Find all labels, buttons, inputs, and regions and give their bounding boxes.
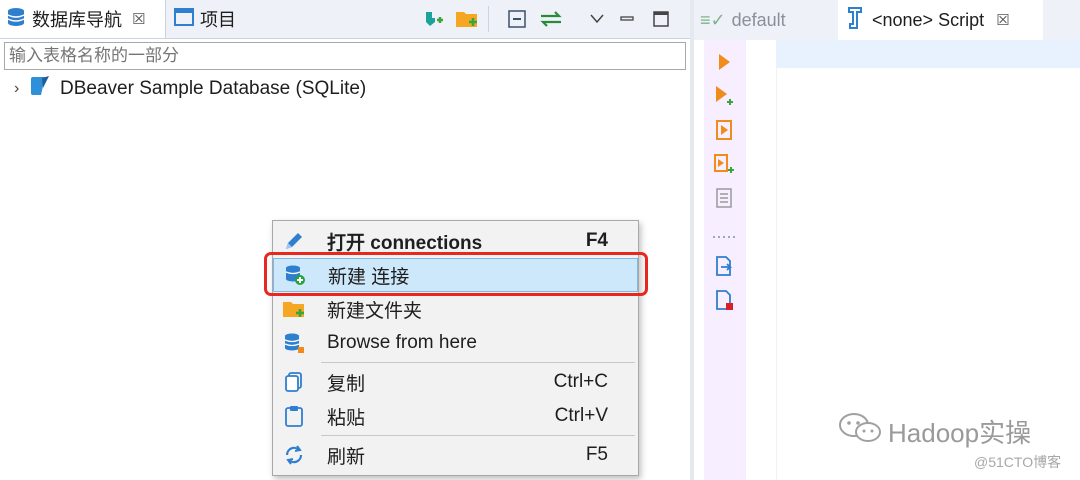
menu-item-shortcut: F4 xyxy=(585,230,608,251)
copy-icon xyxy=(281,369,307,395)
editor-line-gutter xyxy=(746,40,777,480)
maximize-icon[interactable] xyxy=(648,6,674,32)
annotation-highlight-box xyxy=(264,252,648,296)
watermark-text: Hadoop实操 xyxy=(888,418,1032,448)
menu-item-shortcut: Ctrl+C xyxy=(553,371,608,392)
menu-item-label: 复制 xyxy=(327,373,366,395)
menu-item-label: 刷新 xyxy=(327,446,366,468)
menu-item-label: Browse from here xyxy=(327,332,477,353)
menu-separator xyxy=(321,435,635,436)
menu-item-shortcut: F5 xyxy=(585,444,608,465)
tab-label: 项目 xyxy=(200,10,236,30)
tab-default[interactable]: ≡✓ default xyxy=(700,0,838,40)
table-filter-input[interactable] xyxy=(4,42,686,70)
tab-label: default xyxy=(731,9,786,30)
panel-divider[interactable] xyxy=(690,0,694,480)
close-icon[interactable]: ☒ xyxy=(996,11,1009,29)
link-with-editor-icon[interactable] xyxy=(538,6,564,32)
project-icon xyxy=(174,7,194,32)
menu-item-shortcut: Ctrl+V xyxy=(554,405,608,426)
pencil-icon xyxy=(281,228,307,254)
tree-item-label: DBeaver Sample Database (SQLite) xyxy=(60,78,367,99)
menu-separator xyxy=(321,362,635,363)
export-from-query-icon[interactable] xyxy=(712,254,736,278)
navigator-tab-bar: 数据库导航 ☒ 项目 xyxy=(0,0,690,39)
watermark: Hadoop实操 xyxy=(838,412,1031,451)
new-folder-icon[interactable] xyxy=(454,6,480,32)
tab-script[interactable]: <none> Script ☒ xyxy=(838,0,1043,40)
menu-item-refresh[interactable]: 刷新 F5 xyxy=(273,438,638,472)
watermark-sub: @51CTO博客 xyxy=(974,454,1062,470)
wechat-icon xyxy=(838,412,882,451)
menu-item-label: 新建文件夹 xyxy=(327,300,423,322)
menu-item-label: 粘贴 xyxy=(327,407,366,429)
new-folder-icon xyxy=(281,296,307,322)
refresh-icon xyxy=(281,442,307,468)
tree-item-connection[interactable]: › DBeaver Sample Database (SQLite) xyxy=(14,76,366,102)
tab-project[interactable]: 项目 xyxy=(168,0,278,38)
toolbar-separator xyxy=(488,6,489,32)
new-connection-icon[interactable] xyxy=(420,6,446,32)
tab-label: 数据库导航 xyxy=(32,10,122,30)
execute-script-new-tab-icon[interactable] xyxy=(712,152,736,176)
expand-chevron-icon[interactable]: › xyxy=(14,80,28,98)
execute-statement-icon[interactable] xyxy=(712,50,736,74)
database-browse-icon xyxy=(281,330,307,356)
execute-in-new-tab-icon[interactable] xyxy=(712,84,736,108)
tab-label: <none> Script xyxy=(872,9,985,30)
menu-item-new-folder[interactable]: 新建文件夹 xyxy=(273,292,638,326)
menu-item-label: 打开 connections xyxy=(327,232,483,254)
collapse-all-icon[interactable] xyxy=(504,6,530,32)
menu-item-browse-from-here[interactable]: Browse from here xyxy=(273,326,638,360)
database-icon xyxy=(6,7,26,32)
sql-editor-icon: ≡✓ xyxy=(700,9,726,30)
editor-current-line[interactable] xyxy=(776,40,1080,68)
script-icon xyxy=(846,6,864,35)
tab-database-navigator[interactable]: 数据库导航 ☒ xyxy=(0,0,166,38)
menu-item-copy[interactable]: 复制 Ctrl+C xyxy=(273,365,638,399)
execute-script-icon[interactable] xyxy=(712,118,736,142)
close-icon[interactable]: ☒ xyxy=(132,10,145,28)
paste-icon xyxy=(281,403,307,429)
view-menu-icon[interactable] xyxy=(584,6,610,32)
sqlite-icon xyxy=(28,74,52,104)
minimize-icon[interactable] xyxy=(614,6,640,32)
toolbar-separator xyxy=(712,226,736,238)
menu-item-paste[interactable]: 粘贴 Ctrl+V xyxy=(273,399,638,433)
script-error-icon[interactable] xyxy=(712,288,736,312)
explain-plan-icon[interactable] xyxy=(712,186,736,210)
